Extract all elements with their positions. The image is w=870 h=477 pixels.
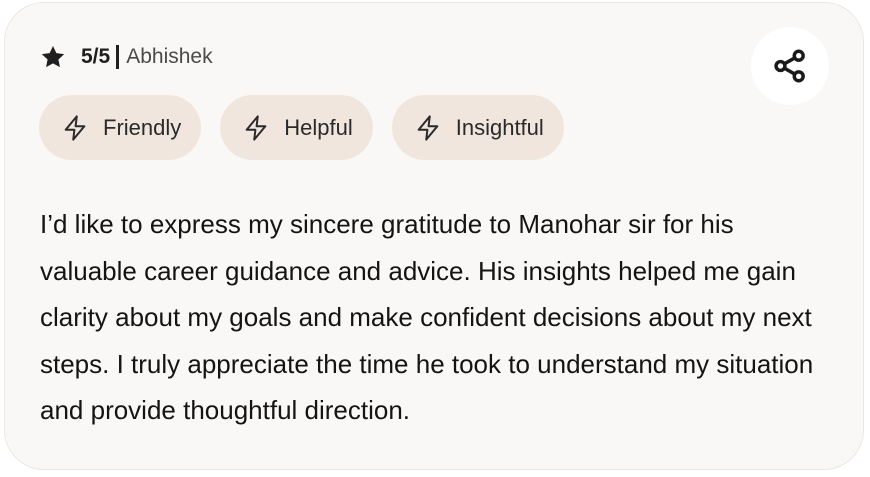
review-header: 5/5 Abhishek [40, 41, 213, 73]
review-text: I’d like to express my sincere gratitude… [40, 209, 814, 425]
tag-insightful[interactable]: Insightful [391, 95, 564, 160]
bolt-icon [242, 114, 270, 142]
review-card: 5/5 Abhishek Friendly Helpful Insightful… [4, 2, 864, 470]
tag-label: Insightful [455, 114, 544, 140]
share-icon [771, 47, 809, 85]
tag-friendly[interactable]: Friendly [39, 95, 202, 160]
bolt-icon [414, 114, 442, 142]
bolt-icon [61, 114, 89, 142]
tag-label: Helpful [284, 114, 353, 140]
header-divider [116, 45, 120, 69]
share-button[interactable] [751, 27, 829, 105]
star-icon [40, 44, 66, 70]
reviewer-name: Abhishek [126, 45, 213, 68]
tag-list: Friendly Helpful Insightful [39, 95, 564, 160]
tag-helpful[interactable]: Helpful [220, 95, 373, 160]
rating-value: 5/5 [81, 45, 111, 68]
tag-label: Friendly [103, 114, 182, 140]
